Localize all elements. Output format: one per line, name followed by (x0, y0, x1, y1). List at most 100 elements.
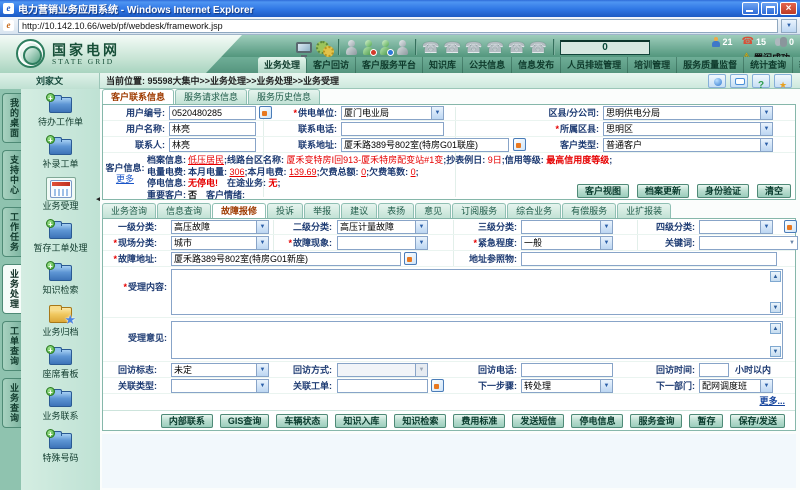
button-暂存[interactable]: 暂存 (689, 414, 723, 428)
menu-tab-信息发布[interactable]: 信息发布 (512, 57, 561, 73)
button-清空[interactable]: 清空 (757, 184, 791, 198)
tab-投诉[interactable]: 投诉 (267, 203, 303, 218)
menu-tab-知识库[interactable]: 知识库 (423, 57, 463, 73)
input-用户编号[interactable]: 0520480285 (169, 106, 256, 120)
input-用户名称[interactable]: 林亮 (169, 122, 256, 136)
hangup-call-icon[interactable]: ☎ (443, 38, 460, 56)
button-内部联系[interactable]: 内部联系 (161, 414, 213, 428)
tab-故障报修[interactable]: 故障报修 (212, 203, 266, 218)
sidebar-tab-支持中心[interactable]: 支持中心 (2, 150, 21, 200)
chevron-down-icon[interactable]: ▼ (600, 221, 612, 233)
button-知识入库[interactable]: 知识入库 (335, 414, 387, 428)
scroll-up-icon[interactable]: ▲ (770, 323, 781, 334)
accept-content-textarea[interactable]: ▲ ▼ (171, 269, 783, 315)
select-所属区县[interactable]: 思明区▼ (603, 122, 773, 136)
agent-wait-icon[interactable] (379, 40, 392, 55)
customer-info-more-link[interactable]: 更多 (103, 174, 147, 185)
select-四级分类[interactable]: ▼ (699, 220, 773, 234)
menu-tab-统计查询[interactable]: 统计查询 (744, 57, 793, 73)
select-二级分类[interactable]: 高压计量故障▼ (337, 220, 428, 234)
menu-tab-业务处理[interactable]: 业务处理 (258, 57, 307, 73)
sidebar-item-补录工单[interactable]: +补录工单 (25, 135, 97, 176)
conference-call-icon[interactable]: ☎ (508, 38, 525, 56)
button-车辆状态[interactable]: 车辆状态 (276, 414, 328, 428)
chevron-down-icon[interactable]: ▼ (431, 107, 443, 119)
minimize-button[interactable] (742, 2, 759, 15)
tools-button[interactable]: ★ (774, 74, 792, 88)
tab-意见[interactable]: 意见 (415, 203, 451, 218)
input-联系电话[interactable] (341, 122, 444, 136)
select-供电单位[interactable]: 厦门电业局▼ (341, 106, 444, 120)
tab-业务咨询[interactable]: 业务咨询 (102, 203, 156, 218)
chevron-down-icon[interactable]: ▼ (415, 237, 427, 249)
button-费用标准[interactable]: 费用标准 (453, 414, 505, 428)
button-客户视图[interactable]: 客户视图 (577, 184, 629, 198)
tab-信息查询[interactable]: 信息查询 (157, 203, 211, 218)
button-发送短信[interactable]: 发送短信 (512, 414, 564, 428)
hold-call-icon[interactable]: ☎ (465, 38, 482, 56)
button-身份验证[interactable]: 身份验证 (697, 184, 749, 198)
sidebar-item-业务联系[interactable]: +业务联系 (25, 387, 97, 428)
help-button[interactable]: ? (752, 74, 770, 88)
url-input[interactable]: http://10.142.10.66/web/pf/webdesk/frame… (18, 19, 778, 33)
answer-call-icon[interactable]: ☎ (422, 38, 439, 56)
input-联系人[interactable]: 林亮 (169, 138, 256, 152)
agent-busy-icon[interactable] (362, 40, 375, 55)
sidebar-item-业务归档[interactable]: ★业务归档 (25, 303, 97, 344)
menu-tab-客户服务平台[interactable]: 客户服务平台 (356, 57, 423, 73)
tab-举报[interactable]: 举报 (304, 203, 340, 218)
sidebar-tab-业务查询[interactable]: 业务查询 (2, 378, 21, 428)
maximize-button[interactable] (761, 2, 778, 15)
combo-关键词[interactable]: ▼ (699, 236, 798, 250)
button-GIS查询[interactable]: GIS查询 (220, 414, 270, 428)
button-档案更新[interactable]: 档案更新 (637, 184, 689, 198)
scroll-down-icon[interactable]: ▼ (770, 302, 781, 313)
select-现场分类[interactable]: 城市▼ (171, 236, 269, 250)
accept-opinion-textarea[interactable]: ▲ ▼ (171, 321, 783, 359)
tab-订阅服务[interactable]: 订阅服务 (452, 203, 506, 218)
chevron-down-icon[interactable]: ▼ (760, 221, 772, 233)
input-回访电话[interactable] (521, 363, 613, 377)
chevron-down-icon[interactable]: ▼ (415, 364, 427, 376)
tab-服务请求信息[interactable]: 服务请求信息 (175, 89, 247, 104)
info-value-link[interactable]: 低压居民 (188, 155, 224, 165)
button-停电信息[interactable]: 停电信息 (571, 414, 623, 428)
sidebar-item-特殊号码[interactable]: +特殊号码 (25, 429, 97, 470)
agent-idle-icon[interactable] (345, 40, 358, 55)
menu-tab-人员排班管理[interactable]: 人员排班管理 (561, 57, 628, 73)
chevron-down-icon[interactable]: ▼ (256, 237, 268, 249)
tab-综合业务[interactable]: 综合业务 (507, 203, 561, 218)
tab-表扬[interactable]: 表扬 (378, 203, 414, 218)
info-value-link[interactable]: 306 (230, 167, 245, 177)
input-故障地址[interactable]: 厦禾路389号802室(特房G01新座) (171, 252, 401, 266)
select-回访方式[interactable]: ▼ (337, 363, 428, 377)
close-button[interactable] (780, 2, 797, 15)
tab-服务历史信息[interactable]: 服务历史信息 (248, 89, 320, 104)
menu-tab-辅助功能[interactable]: 辅助功能 (793, 57, 800, 73)
chevron-down-icon[interactable]: ▼ (600, 237, 612, 249)
chevron-down-icon[interactable]: ▼ (256, 380, 268, 392)
chevron-down-icon[interactable]: ▼ (760, 139, 772, 151)
button-保存/发送[interactable]: 保存/发送 (730, 414, 785, 428)
select-客户类型[interactable]: 普通客户▼ (603, 138, 773, 152)
select-关联类型[interactable]: ▼ (171, 379, 269, 393)
chevron-down-icon[interactable]: ▼ (760, 107, 772, 119)
menu-tab-服务质量监督[interactable]: 服务质量监督 (677, 57, 744, 73)
picker-icon[interactable] (784, 220, 797, 233)
tab-客户联系信息[interactable]: 客户联系信息 (102, 89, 174, 104)
select-故障现象[interactable]: ▼ (337, 236, 428, 250)
input-回访时间[interactable] (699, 363, 729, 377)
select-紧急程度[interactable]: 一般▼ (521, 236, 613, 250)
picker-icon[interactable] (404, 252, 417, 265)
url-dropdown-button[interactable]: ▼ (781, 19, 797, 33)
info-value-link[interactable]: 139.69 (289, 167, 317, 177)
menu-tab-培训管理[interactable]: 培训管理 (628, 57, 677, 73)
message-button[interactable] (730, 74, 748, 88)
sidebar-item-暂存工单处理[interactable]: +暂存工单处理 (25, 219, 97, 260)
picker-icon[interactable] (431, 379, 444, 392)
chevron-down-icon[interactable]: ▼ (256, 364, 268, 376)
select-下一部门[interactable]: 配网调度班▼ (699, 379, 773, 393)
tab-业扩报装[interactable]: 业扩报装 (617, 203, 671, 218)
settings-gears-icon[interactable] (316, 40, 332, 54)
sidebar-item-座席看板[interactable]: +座席看板 (25, 345, 97, 386)
